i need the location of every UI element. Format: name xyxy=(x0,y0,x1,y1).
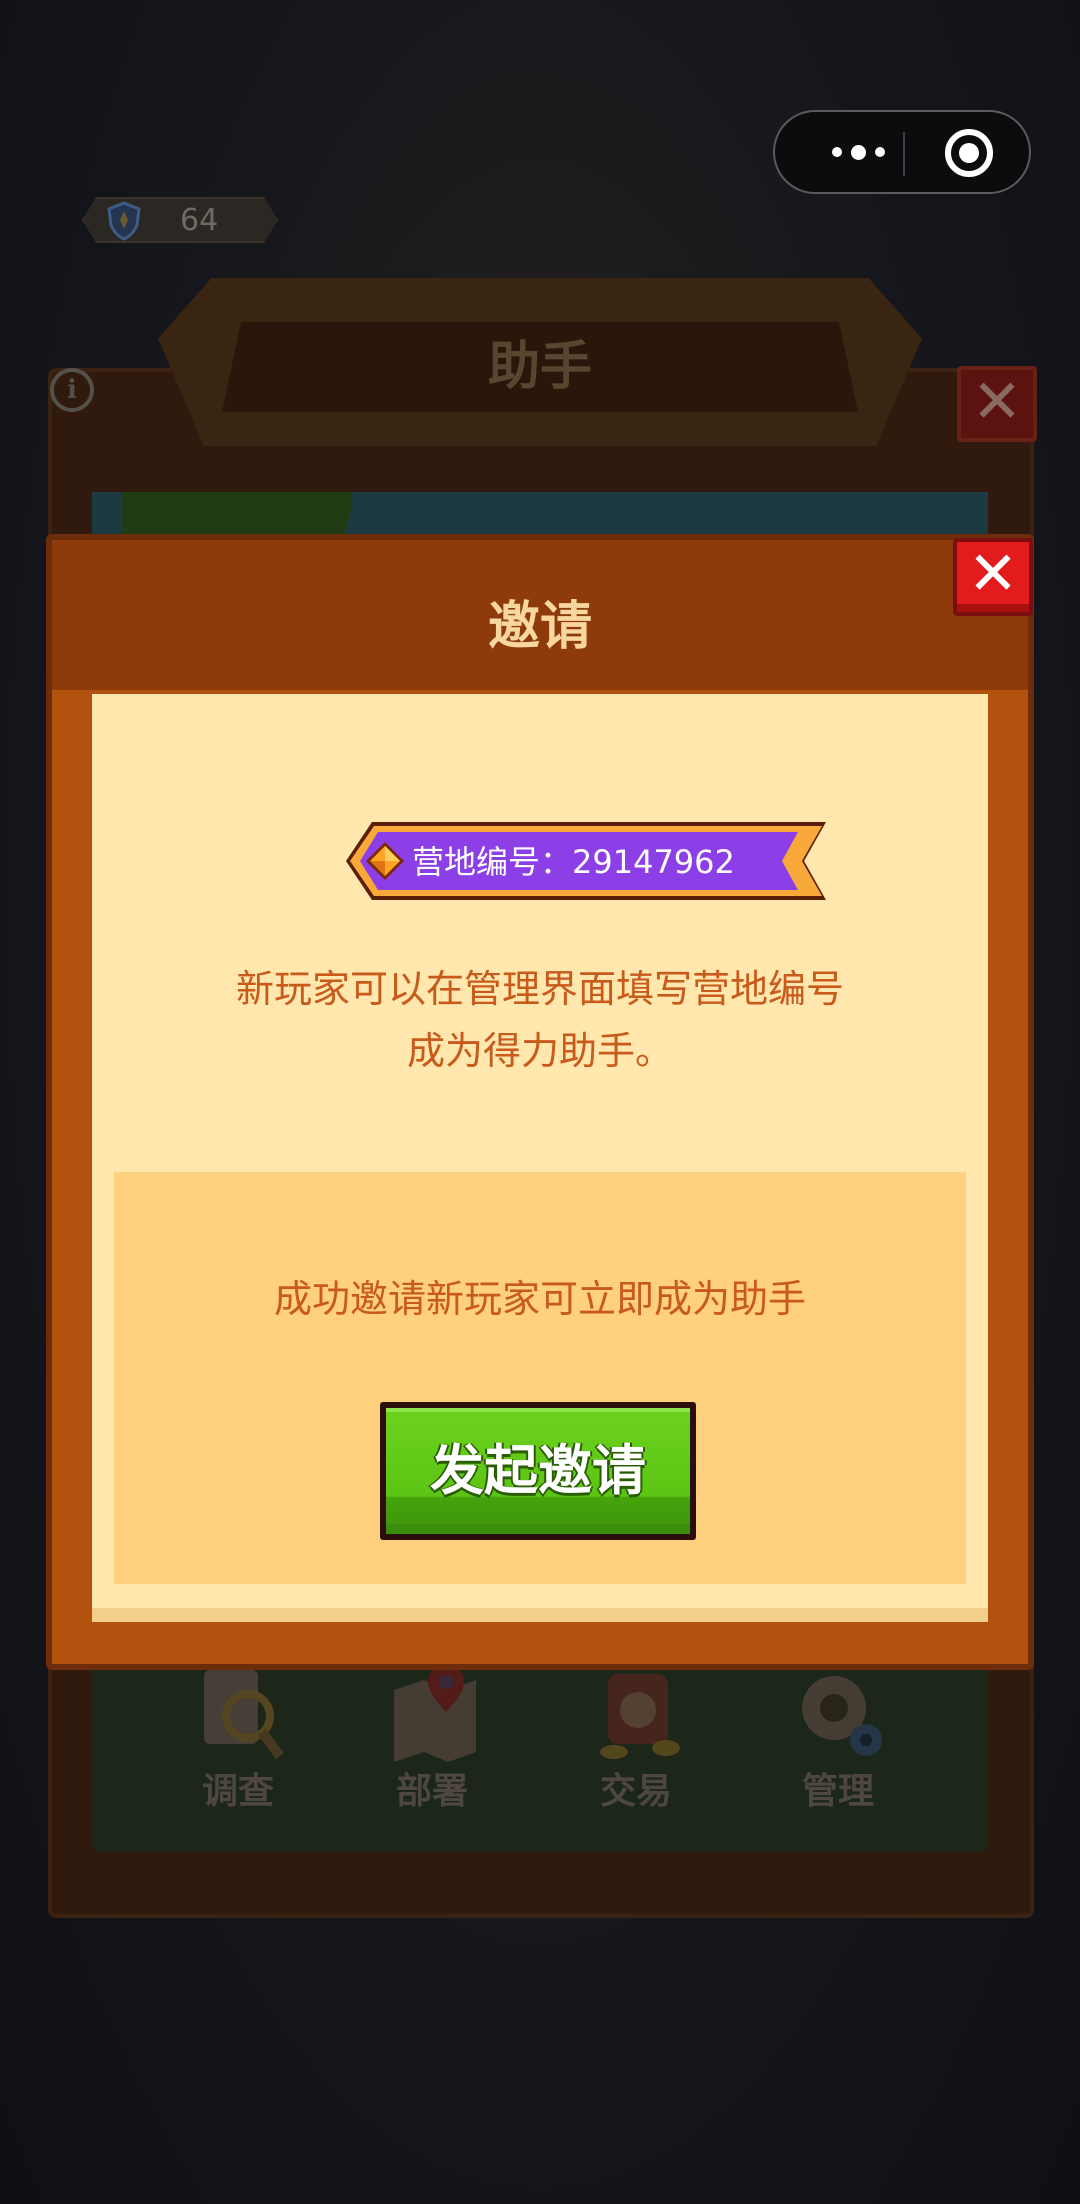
more-options-icon[interactable] xyxy=(815,112,901,192)
gear-icon xyxy=(802,1676,882,1756)
description-line-1: 新玩家可以在管理界面填写营地编号 xyxy=(235,967,844,1011)
invite-tip: 成功邀请新玩家可立即成为助手 xyxy=(273,1277,806,1321)
shield-icon xyxy=(106,201,142,241)
send-invite-button[interactable]: 发起邀请 xyxy=(380,1402,696,1540)
description-line-2: 成为得力助手。 xyxy=(406,1029,673,1073)
dialog-content: 营地编号：29147962 新玩家可以在管理界面填写营地编号 成为得力助手。 成… xyxy=(92,694,988,1622)
capsule-divider xyxy=(903,132,905,176)
info-icon[interactable]: i xyxy=(50,368,94,412)
invite-box: 成功邀请新玩家可立即成为助手 发起邀请 xyxy=(114,1172,966,1584)
tab-trade-label: 交易 xyxy=(599,1771,672,1812)
invite-description: 新玩家可以在管理界面填写营地编号 成为得力助手。 xyxy=(92,958,988,1082)
send-invite-label: 发起邀请 xyxy=(430,1439,646,1502)
close-miniprogram-icon[interactable] xyxy=(945,129,993,177)
magnifier-clipboard-icon xyxy=(204,1670,284,1759)
trade-scale-icon xyxy=(600,1674,680,1759)
tab-investigate-label: 调查 xyxy=(201,1771,274,1812)
invite-dialog: 邀请 营地编号：29147962 新玩家可以在管理界面填写营地编号 成为得力助手… xyxy=(46,534,1034,1670)
assistant-tabs: 调查 部署 交易 管理 xyxy=(94,1660,990,1840)
dialog-title: 邀请 xyxy=(487,597,592,657)
tab-deploy[interactable]: 部署 xyxy=(352,1660,512,1820)
tab-deploy-label: 部署 xyxy=(395,1771,468,1812)
tab-trade[interactable]: 交易 xyxy=(556,1660,716,1820)
tab-manage-label: 管理 xyxy=(801,1771,874,1812)
assistant-title: 助手 xyxy=(487,337,592,397)
level-badge: 64 xyxy=(82,197,278,243)
assistant-title-board: 助手 xyxy=(158,278,922,446)
map-pin-icon xyxy=(394,1664,476,1762)
camp-id-text: 营地编号：29147962 xyxy=(412,843,735,881)
camp-id-ribbon: 营地编号：29147962 xyxy=(346,822,826,900)
diamond-icon xyxy=(366,842,404,880)
tab-manage[interactable]: 管理 xyxy=(758,1660,918,1820)
dialog-close-button[interactable]: ✕ xyxy=(953,538,1033,616)
tab-investigate[interactable]: 调查 xyxy=(158,1660,318,1820)
close-icon: ✕ xyxy=(967,539,1019,609)
miniprogram-capsule xyxy=(773,110,1031,194)
assistant-close-button[interactable]: ✕ xyxy=(957,366,1037,442)
level-value: 64 xyxy=(180,203,219,238)
